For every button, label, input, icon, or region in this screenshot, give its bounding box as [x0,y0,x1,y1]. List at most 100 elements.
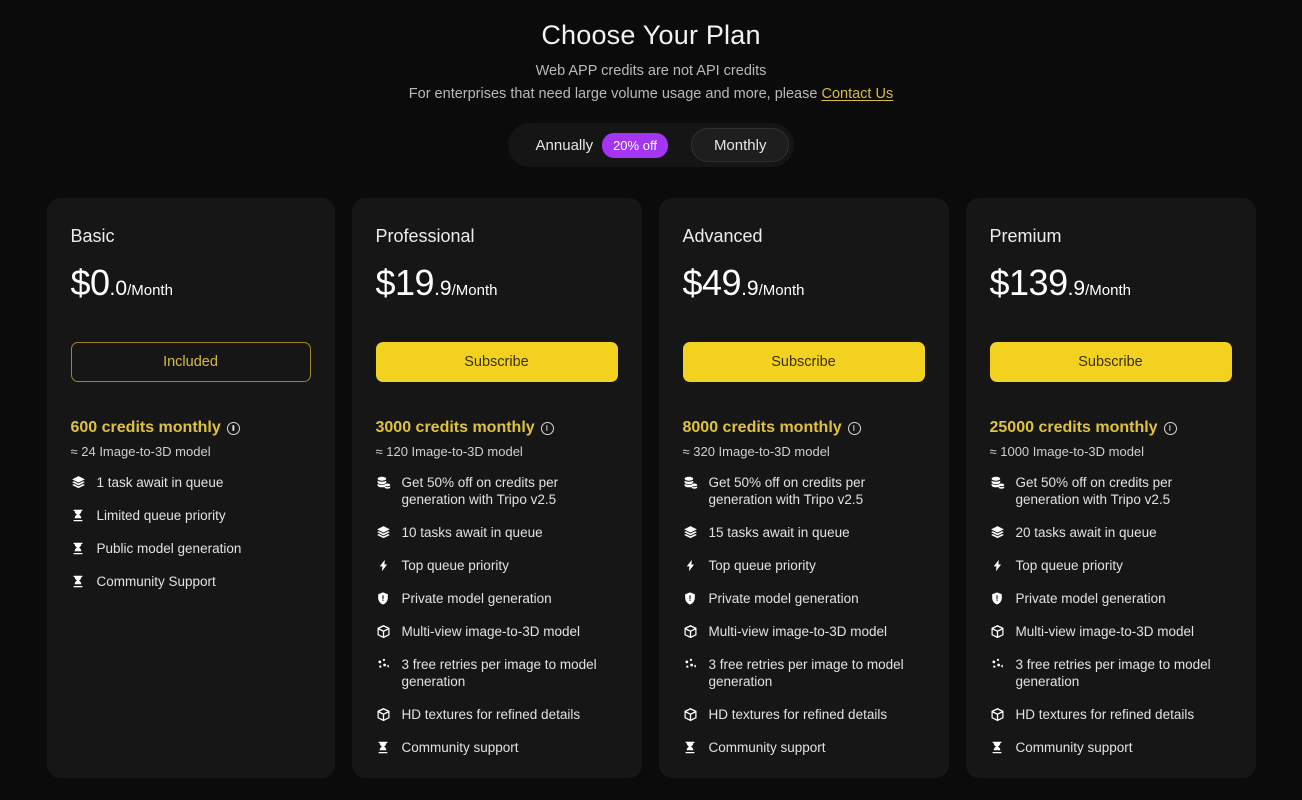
contact-us-link[interactable]: Contact Us [821,86,893,102]
feature-label: Get 50% off on credits per generation wi… [1015,475,1173,507]
credits-label: 600 credits monthly [70,419,221,436]
hourglass-icon [71,573,86,590]
plan-name: Professional [375,226,475,246]
feature-item: HD textures for refined details [990,706,1232,723]
toggle-annually-label: Annually [535,136,594,154]
price-amount: $0 [70,262,111,303]
feature-item: 3 free retries per image to model genera… [990,656,1232,690]
feature-label: Private model generation [401,591,552,606]
price-period: /Month [758,282,805,299]
feature-item: Community support [683,739,925,756]
feature-label: 3 free retries per image to model genera… [401,657,597,689]
feature-item: Community Support [71,573,311,590]
subtitle-enterprise-note: For enterprises that need large volume u… [0,84,1302,104]
info-icon[interactable] [540,421,554,435]
feature-label: Top queue priority [401,558,509,573]
price-amount: $19 [375,262,435,303]
feature-label: Top queue priority [708,558,816,573]
toggle-monthly-label: Monthly [713,136,767,154]
feature-label: Get 50% off on credits per generation wi… [401,475,559,507]
feature-label: HD textures for refined details [708,707,888,722]
feature-item: Private model generation [376,590,618,607]
toggle-option-annually[interactable]: Annually 20% off [513,128,691,162]
cube-icon [990,706,1005,723]
feature-label: 10 tasks await in queue [401,525,543,540]
layers-icon [683,524,698,541]
hourglass-icon [376,739,391,756]
hourglass-icon [71,507,86,524]
retry-icon [990,656,1005,673]
feature-item: Multi-view image-to-3D model [990,623,1232,640]
feature-item: Get 50% off on credits per generation wi… [683,474,925,508]
retry-icon [376,656,391,673]
price-decimal: .9 [1067,277,1086,300]
shield-icon [990,590,1005,607]
feature-item: Get 50% off on credits per generation wi… [376,474,618,508]
feature-label: Multi-view image-to-3D model [401,624,581,639]
price-period: /Month [451,282,498,299]
coins-icon [376,474,391,491]
feature-item: Multi-view image-to-3D model [376,623,618,640]
pricing-card: Premium $139 .9 /Month Subscribe 25000 c… [965,198,1256,778]
feature-label: Private model generation [708,591,859,606]
feature-label: Get 50% off on credits per generation wi… [708,475,866,507]
feature-item: Top queue priority [376,557,618,574]
cube-icon [683,623,698,640]
layers-icon [376,524,391,541]
credits-line: 8000 credits monthly [683,418,925,438]
feature-item: Top queue priority [683,557,925,574]
pricing-cards: Basic $0 .0 /Month Included 600 credits … [0,198,1302,780]
enterprise-text: For enterprises that need large volume u… [408,86,822,102]
feature-label: Community support [1015,740,1133,755]
approx-models-label: ≈ 120 Image-to-3D model [375,444,523,459]
plan-price: $19 .9 /Month [376,262,618,304]
subscribe-button[interactable]: Subscribe [989,342,1232,382]
feature-label: HD textures for refined details [1015,707,1195,722]
layers-icon [990,524,1005,541]
credits-label: 25000 credits monthly [989,419,1158,436]
price-amount: $139 [989,262,1069,303]
pricing-card: Advanced $49 .9 /Month Subscribe 8000 cr… [658,198,949,778]
info-icon[interactable] [1163,421,1177,435]
subscribe-button[interactable]: Subscribe [375,342,618,382]
credits-line: 600 credits monthly [71,418,311,438]
feature-item: 15 tasks await in queue [683,524,925,541]
pricing-page: Choose Your Plan Web APP credits are not… [0,0,1302,800]
feature-item: 1 task await in queue [71,474,311,491]
feature-label: Public model generation [96,541,242,556]
retry-icon [683,656,698,673]
included-button[interactable]: Included [70,342,311,382]
feature-item: Get 50% off on credits per generation wi… [990,474,1232,508]
feature-item: Limited queue priority [71,507,311,524]
shield-icon [683,590,698,607]
layers-icon [71,474,86,491]
feature-list: Get 50% off on credits per generation wi… [683,474,925,756]
info-icon[interactable] [226,421,240,435]
plan-name: Basic [70,226,115,246]
cube-icon [990,623,1005,640]
feature-label: Limited queue priority [96,508,226,523]
shield-icon [376,590,391,607]
price-period: /Month [127,282,173,299]
feature-label: Community support [401,740,519,755]
hourglass-icon [71,540,86,557]
info-icon[interactable] [847,421,861,435]
lightning-icon [990,557,1005,574]
toggle-option-monthly[interactable]: Monthly [690,128,790,162]
feature-label: Private model generation [1015,591,1166,606]
coins-icon [990,474,1005,491]
subscribe-button[interactable]: Subscribe [682,342,925,382]
lightning-icon [683,557,698,574]
feature-item: 3 free retries per image to model genera… [683,656,925,690]
page-title: Choose Your Plan [541,20,761,50]
coins-icon [683,474,698,491]
price-decimal: .9 [741,277,759,300]
approx-models-label: ≈ 24 Image-to-3D model [70,444,211,459]
feature-list: 1 task await in queue Limited queue prio… [71,474,311,590]
feature-item: Private model generation [990,590,1232,607]
feature-label: Top queue priority [1015,558,1123,573]
plan-price: $49 .9 /Month [683,262,925,304]
feature-item: Multi-view image-to-3D model [683,623,925,640]
lightning-icon [376,557,391,574]
approx-models-label: ≈ 1000 Image-to-3D model [989,444,1145,459]
